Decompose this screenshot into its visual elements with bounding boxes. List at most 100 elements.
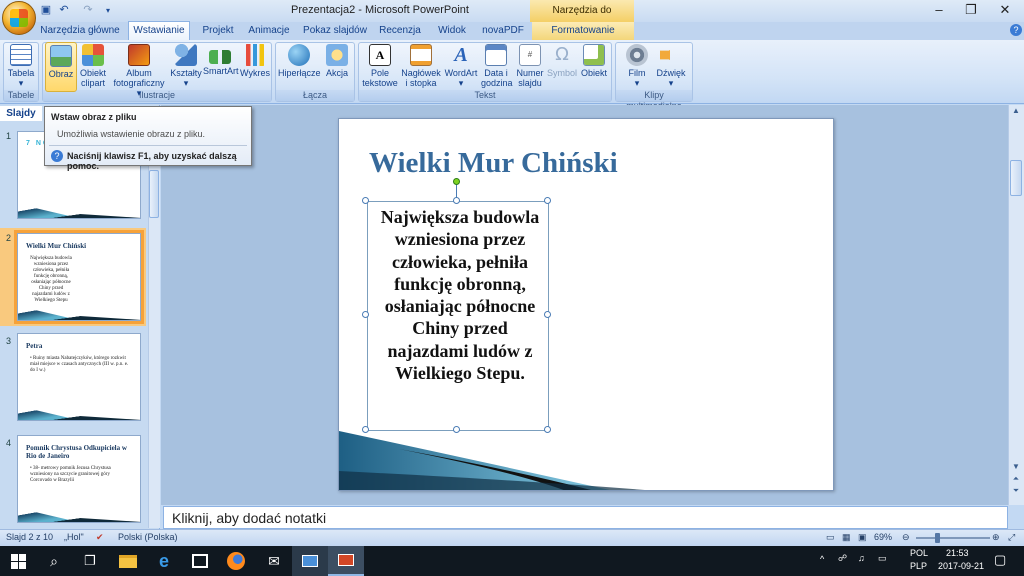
input-language[interactable]: POL [910, 548, 928, 558]
resize-handle[interactable] [362, 311, 369, 318]
table-icon [10, 44, 32, 66]
tab-review[interactable]: Recenzja [376, 22, 424, 40]
chart-button[interactable]: Wykres [239, 42, 271, 92]
slide-number-button[interactable]: # Numer slajdu [514, 42, 546, 92]
zoom-slider-thumb[interactable] [935, 533, 940, 543]
current-slide[interactable]: Wielki Mur Chiński Największa budowla wz… [338, 118, 834, 491]
close-button[interactable]: ✕ [990, 2, 1020, 18]
slide-scroll-thumb[interactable] [1010, 160, 1022, 196]
edge-icon[interactable]: e [146, 546, 182, 576]
button-sublabel: i stopka [405, 78, 437, 88]
thumbnail-decoration [18, 412, 140, 420]
spellcheck-icon[interactable]: ✔ [96, 532, 104, 543]
slide-number: 1 [6, 131, 12, 141]
tab-slideshow[interactable]: Pokaz slajdów [300, 22, 370, 40]
slideshow-view-icon[interactable]: ▣ [858, 532, 867, 543]
button-label: Pole [370, 68, 389, 78]
shapes-button[interactable]: Kształty ▾ [170, 42, 202, 92]
tooltip-description: Umożliwia wstawienie obrazu z pliku. [57, 129, 206, 139]
button-sublabel: godzina [481, 78, 513, 88]
normal-view-icon[interactable]: ▭ [826, 532, 835, 543]
store-icon[interactable] [182, 546, 218, 576]
fit-to-window-icon[interactable]: ⤢ [1008, 532, 1015, 543]
file-explorer-icon[interactable] [110, 546, 146, 576]
battery-icon[interactable]: ▭ [878, 553, 887, 564]
tab-animations[interactable]: Animacje [246, 22, 292, 40]
content-textbox[interactable]: Największa budowla wzniesiona przez czło… [367, 201, 549, 431]
header-footer-button[interactable]: Nagłówek i stopka [400, 42, 442, 92]
help-icon[interactable]: ? [1010, 24, 1022, 36]
button-sublabel: tekstowe [362, 78, 398, 88]
app-icon[interactable] [292, 546, 328, 576]
powerpoint-icon[interactable] [328, 546, 364, 576]
resize-handle[interactable] [544, 311, 551, 318]
slide-title[interactable]: Wielki Mur Chiński [369, 147, 618, 180]
resize-handle[interactable] [362, 197, 369, 204]
slides-tab[interactable]: Slajdy [0, 106, 42, 121]
volume-icon[interactable]: ♫ [858, 553, 865, 563]
button-label: Tabela [7, 68, 35, 78]
table-button[interactable]: Tabela ▾ [5, 42, 37, 92]
previous-slide-icon[interactable]: ⏶ [1009, 474, 1023, 484]
sound-button[interactable]: Dźwięk ▾ [654, 42, 688, 92]
office-button[interactable] [2, 1, 36, 35]
resize-handle[interactable] [544, 426, 551, 433]
scroll-up-arrow-icon[interactable]: ▲ [1009, 106, 1023, 115]
action-center-icon[interactable]: ▢ [994, 552, 1006, 568]
notes-pane[interactable]: Kliknij, aby dodać notatki [163, 506, 1008, 529]
object-button[interactable]: Obiekt [578, 42, 610, 92]
slides-pane-scroll-thumb[interactable] [149, 170, 159, 218]
action-button[interactable]: Akcja [322, 42, 352, 92]
button-label: Film [628, 68, 646, 78]
task-view-icon[interactable]: ❐ [72, 546, 108, 576]
slide-thumbnail-3[interactable]: Petra • Ruiny miasta Nabatejczyków, któr… [17, 333, 141, 421]
date-time-button[interactable]: Data i godzina [481, 42, 513, 92]
minimize-button[interactable]: – [924, 2, 954, 18]
tab-format[interactable]: Formatowanie [532, 22, 634, 40]
firefox-icon[interactable] [218, 546, 254, 576]
tab-view[interactable]: Widok [432, 22, 472, 40]
tray-chevron-icon[interactable]: ^ [820, 554, 824, 564]
mail-icon[interactable]: ✉ [256, 546, 292, 576]
tab-insert[interactable]: Wstawianie [128, 21, 190, 41]
rotation-handle[interactable] [453, 178, 460, 185]
restore-button[interactable]: ❐ [956, 2, 986, 18]
zoom-level[interactable]: 69% [874, 532, 892, 542]
textbox-button[interactable]: A Pole tekstowe [362, 42, 398, 92]
scroll-down-arrow-icon[interactable]: ▼ [1009, 462, 1023, 471]
slide-thumbnail-2[interactable]: Wielki Mur Chiński Największa budowla wz… [14, 230, 144, 324]
network-icon[interactable]: ☍ [838, 553, 847, 564]
resize-handle[interactable] [453, 426, 460, 433]
tab-design[interactable]: Projekt [196, 22, 240, 40]
resize-handle[interactable] [453, 197, 460, 204]
clock-time[interactable]: 21:53 [946, 548, 969, 558]
film-button[interactable]: Film ▾ [620, 42, 654, 92]
textbox-content[interactable]: Największa budowla wzniesiona przez czło… [374, 206, 546, 384]
help-icon: ? [51, 150, 63, 162]
hyperlink-button[interactable]: Hiperłącze [278, 42, 321, 92]
zoom-in-icon[interactable]: ⊕ [992, 532, 1000, 543]
zoom-slider[interactable] [916, 537, 990, 539]
next-slide-icon[interactable]: ⏷ [1009, 486, 1023, 496]
tab-home[interactable]: Narzędzia główne [40, 22, 120, 40]
tab-novapdf[interactable]: novaPDF [478, 22, 528, 40]
sorter-view-icon[interactable]: ▦ [842, 532, 851, 543]
button-sublabel: ▾ [18, 78, 24, 88]
symbol-button[interactable]: Ω Symbol [547, 42, 577, 92]
photo-album-button[interactable]: Album fotograficzny ▾ [110, 42, 168, 98]
wordart-button[interactable]: A WordArt ▾ [443, 42, 479, 92]
keyboard-layout[interactable]: PLP [910, 561, 927, 571]
slide-thumbnail-4[interactable]: Pomnik Chrystusa Odkupiciela w Rio de Ja… [17, 435, 141, 523]
resize-handle[interactable] [362, 426, 369, 433]
clock-date[interactable]: 2017-09-21 [938, 561, 984, 571]
search-icon[interactable]: ⌕ [36, 546, 72, 576]
picture-button[interactable]: Obraz [45, 42, 77, 92]
zoom-out-icon[interactable]: ⊖ [902, 532, 910, 543]
windows-start-icon[interactable] [0, 546, 36, 576]
thumbnail-title: Wielki Mur Chiński [26, 242, 87, 250]
button-label: Dźwięk [656, 68, 686, 78]
resize-handle[interactable] [544, 197, 551, 204]
smartart-button[interactable]: SmartArt [203, 42, 239, 92]
clipart-button[interactable]: Obiekt clipart [78, 42, 108, 92]
language-indicator[interactable]: Polski (Polska) [118, 532, 178, 542]
